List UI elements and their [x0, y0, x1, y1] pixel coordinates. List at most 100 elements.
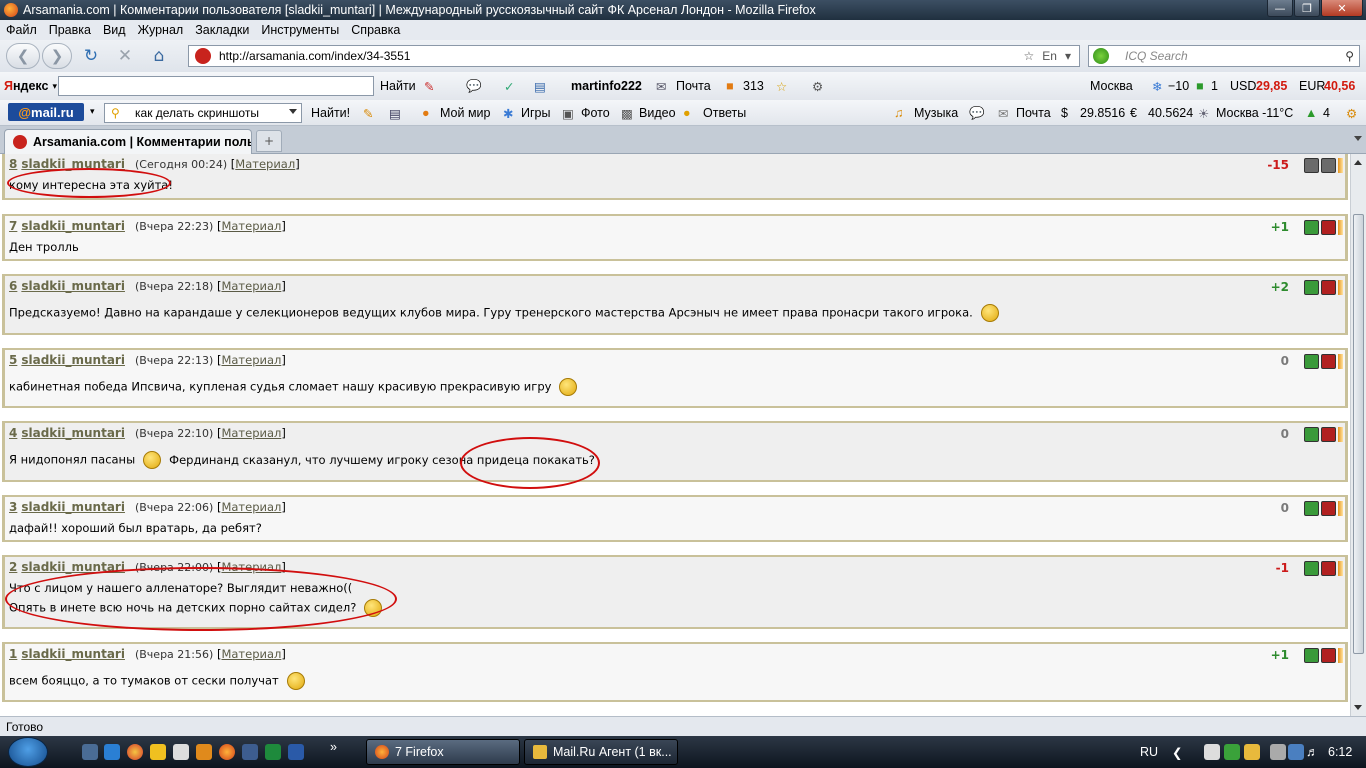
mailru-usd[interactable]: 29.8516 [1080, 106, 1125, 120]
vote-down-icon[interactable] [1321, 501, 1336, 516]
reply-arrow-icon[interactable] [1338, 427, 1343, 442]
comment-number[interactable]: 3 [9, 500, 17, 514]
minimize-button[interactable]: — [1267, 0, 1293, 17]
reply-arrow-icon[interactable] [1338, 354, 1343, 369]
comment-username[interactable]: sladkii_muntari [21, 426, 125, 440]
chrome-icon[interactable] [127, 744, 143, 760]
mailru-logo[interactable]: @ mail.ru [8, 103, 84, 121]
comment-username[interactable]: sladkii_muntari [21, 219, 125, 233]
stop-icon[interactable]: ✕ [113, 44, 137, 68]
comment-username[interactable]: sladkii_muntari [21, 157, 125, 171]
material-link[interactable]: Материал [235, 157, 295, 171]
highlighter-icon[interactable]: ✎ [363, 106, 373, 121]
material-link[interactable]: Материал [221, 500, 281, 514]
mailru-eur[interactable]: 40.5624 [1148, 106, 1193, 120]
mailru-search-dropdown-icon[interactable] [289, 109, 297, 114]
vote-down-icon[interactable] [1321, 280, 1336, 295]
comment-username[interactable]: sladkii_muntari [21, 353, 125, 367]
menu-help[interactable]: Справка [351, 23, 400, 37]
tool-icon[interactable] [173, 744, 189, 760]
mail-icon[interactable]: ✉ [656, 79, 666, 94]
mailru-dropdown-icon[interactable]: ▾ [90, 106, 95, 117]
excel-icon[interactable] [265, 744, 281, 760]
taskbar-firefox-button[interactable]: 7 Firefox [366, 739, 520, 765]
yandex-logo[interactable]: Яндекс [4, 79, 48, 93]
translate-icon[interactable]: ▤ [534, 79, 546, 94]
tray-device-icon[interactable] [1270, 744, 1286, 760]
reply-arrow-icon[interactable] [1338, 280, 1343, 295]
material-link[interactable]: Материал [221, 647, 281, 661]
yandex-count[interactable]: 313 [743, 79, 764, 93]
favorites-star-icon[interactable]: ☆ [776, 79, 787, 94]
tray-network-icon[interactable] [1288, 744, 1304, 760]
show-desktop-icon[interactable] [82, 744, 98, 760]
icq-icon[interactable] [1093, 48, 1109, 64]
eur-value[interactable]: 40,56 [1324, 79, 1355, 93]
reply-arrow-icon[interactable] [1338, 648, 1343, 663]
menu-view[interactable]: Вид [103, 23, 126, 37]
link-mail[interactable]: Почта [1016, 106, 1051, 120]
vote-up-icon[interactable] [1304, 158, 1319, 173]
volume-icon[interactable]: ♬ [1306, 745, 1319, 759]
vote-up-icon[interactable] [1304, 427, 1319, 442]
comment-username[interactable]: sladkii_muntari [21, 279, 125, 293]
chat-icon[interactable]: 💬 [466, 79, 482, 94]
comment-username[interactable]: sladkii_muntari [21, 647, 125, 661]
mailru-search-value[interactable]: как делать скриншоты [135, 106, 259, 120]
pen-icon[interactable]: ✎ [424, 79, 434, 94]
close-button[interactable]: ✕ [1321, 0, 1363, 17]
material-link[interactable]: Материал [221, 219, 281, 233]
forward-button[interactable]: ❯ [42, 43, 72, 69]
tray-expand-icon[interactable]: ❮ [1172, 745, 1182, 760]
vote-up-icon[interactable] [1304, 561, 1319, 576]
vote-down-icon[interactable] [1321, 158, 1336, 173]
comment-username[interactable]: sladkii_muntari [21, 560, 125, 574]
settings-gear-icon[interactable]: ⚙ [812, 79, 823, 94]
media-icon[interactable] [150, 744, 166, 760]
link-games[interactable]: Игры [521, 106, 550, 120]
weather-temp[interactable]: −10 [1168, 79, 1189, 93]
comment-number[interactable]: 5 [9, 353, 17, 367]
menu-history[interactable]: Журнал [138, 23, 184, 37]
vote-up-icon[interactable] [1304, 501, 1319, 516]
reply-arrow-icon[interactable] [1338, 220, 1343, 235]
vertical-scrollbar[interactable] [1350, 154, 1366, 716]
system-clock[interactable]: 6:12 [1328, 745, 1352, 759]
box-icon[interactable]: ■ [726, 79, 734, 93]
vote-down-icon[interactable] [1321, 427, 1336, 442]
mailru-count[interactable]: 4 [1323, 106, 1330, 120]
comment-number[interactable]: 7 [9, 219, 17, 233]
mailru-weather[interactable]: Москва -11°C [1216, 106, 1293, 120]
menu-edit[interactable]: Правка [49, 23, 91, 37]
comment-number[interactable]: 4 [9, 426, 17, 440]
tray-app-icon[interactable] [1204, 744, 1220, 760]
word-icon[interactable] [288, 744, 304, 760]
language-indicator[interactable]: RU [1140, 745, 1158, 759]
quicklaunch-overflow-icon[interactable]: » [330, 740, 337, 754]
tab-list-icon[interactable] [1354, 136, 1362, 141]
link-music[interactable]: Музыка [914, 106, 958, 120]
yandex-dropdown-icon[interactable]: ▾ [52, 81, 57, 92]
yandex-search-input[interactable] [58, 76, 374, 96]
language-badge[interactable]: En [1042, 49, 1057, 63]
vote-down-icon[interactable] [1321, 561, 1336, 576]
menu-file[interactable]: Файл [6, 23, 37, 37]
taskbar-agent-button[interactable]: Mail.Ru Агент (1 вк... [524, 739, 678, 765]
reply-arrow-icon[interactable] [1338, 158, 1343, 173]
spellcheck-icon[interactable]: ✓ [504, 79, 514, 94]
comment-username[interactable]: sladkii_muntari [21, 500, 125, 514]
url-bar[interactable]: http://arsamania.com/index/34-3551 ☆ En … [188, 45, 1080, 67]
vote-down-icon[interactable] [1321, 648, 1336, 663]
vote-down-icon[interactable] [1321, 220, 1336, 235]
reply-arrow-icon[interactable] [1338, 501, 1343, 516]
url-text[interactable]: http://arsamania.com/index/34-3551 [219, 49, 1024, 63]
folder-icon[interactable] [196, 744, 212, 760]
reload-icon[interactable]: ↻ [79, 44, 103, 68]
scroll-down-icon[interactable] [1354, 705, 1362, 710]
url-dropdown-icon[interactable]: ▾ [1065, 49, 1071, 63]
vote-down-icon[interactable] [1321, 354, 1336, 369]
search-icon[interactable]: ⚲ [1345, 49, 1354, 63]
firefox-quicklaunch-icon[interactable] [219, 744, 235, 760]
comment-number[interactable]: 6 [9, 279, 17, 293]
material-link[interactable]: Материал [221, 353, 281, 367]
